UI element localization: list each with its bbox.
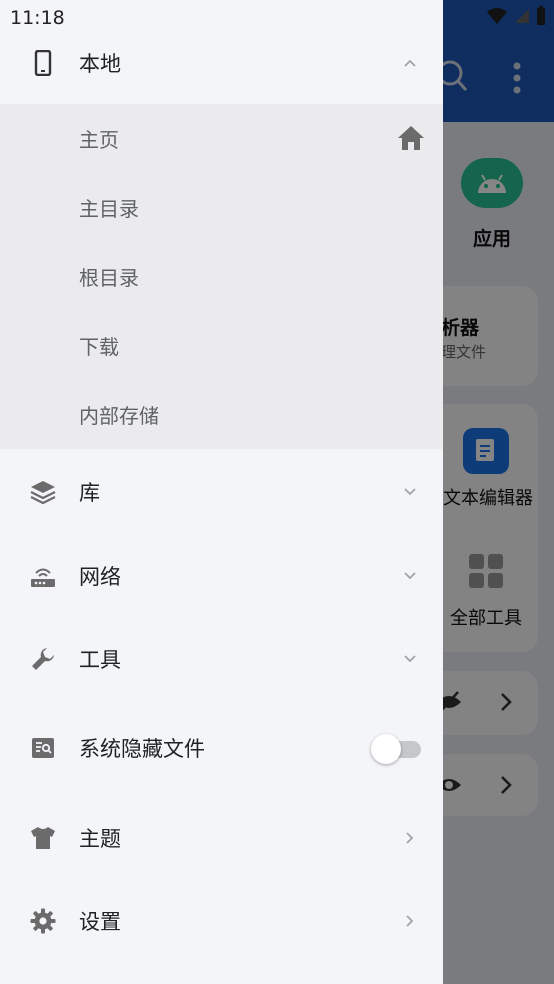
drawer-item-label: 本地 (79, 52, 121, 76)
chevron-down-icon[interactable] (403, 652, 417, 666)
sub-item-home-directory[interactable]: 主目录 (0, 173, 443, 242)
sub-item-label: 内部存储 (79, 404, 159, 428)
drawer-item-library[interactable]: 库 (0, 458, 443, 526)
router-icon (30, 563, 56, 589)
toggle-thumb (371, 734, 401, 764)
phone-icon (30, 50, 56, 76)
sub-item-label: 根目录 (79, 266, 139, 290)
drawer-item-settings[interactable]: 设置 (0, 887, 443, 955)
status-time: 11:18 (10, 7, 65, 29)
wrench-icon (30, 646, 56, 672)
find-in-page-icon (30, 735, 56, 761)
signal-icon (515, 9, 529, 23)
status-icons (486, 6, 546, 26)
sub-item-label: 主页 (79, 128, 119, 152)
home-icon[interactable] (397, 125, 425, 153)
chevron-down-icon[interactable] (403, 485, 417, 499)
drawer-item-network[interactable]: 网络 (0, 542, 443, 610)
sub-item-label: 主目录 (79, 197, 139, 221)
layers-icon (30, 479, 56, 505)
drawer-item-local[interactable]: 本地 (0, 30, 443, 96)
drawer-item-label: 系统隐藏文件 (79, 737, 205, 761)
local-sub-panel: 主页 主目录 根目录 下载 内部存储 (0, 104, 443, 449)
chevron-right-icon[interactable] (403, 831, 417, 845)
chevron-down-icon[interactable] (403, 569, 417, 583)
sub-item-home[interactable]: 主页 (0, 104, 443, 173)
battery-icon (537, 6, 545, 25)
sub-item-download[interactable]: 下载 (0, 311, 443, 380)
drawer-item-label: 主题 (79, 827, 121, 851)
drawer-item-label: 设置 (79, 910, 121, 934)
drawer-item-hidden-files[interactable]: 系统隐藏文件 (0, 712, 443, 784)
drawer-item-tools[interactable]: 工具 (0, 625, 443, 693)
gear-icon (30, 908, 56, 934)
chevron-up-icon[interactable] (403, 56, 417, 70)
wifi-icon (487, 8, 507, 24)
drawer-item-label: 网络 (79, 565, 121, 589)
sub-item-internal-storage[interactable]: 内部存储 (0, 380, 443, 449)
hidden-files-toggle[interactable] (371, 734, 423, 764)
chevron-right-icon[interactable] (403, 914, 417, 928)
tshirt-icon (30, 825, 56, 851)
drawer-item-label: 库 (79, 481, 100, 505)
drawer-item-label: 工具 (79, 648, 121, 672)
drawer-item-theme[interactable]: 主题 (0, 804, 443, 872)
sub-item-root-directory[interactable]: 根目录 (0, 242, 443, 311)
sub-item-label: 下载 (79, 335, 119, 359)
navigation-drawer: 本地 主页 主目录 根目录 下载 内部存储 库 网络 工具 系统隐藏文件 主题 … (0, 0, 443, 984)
